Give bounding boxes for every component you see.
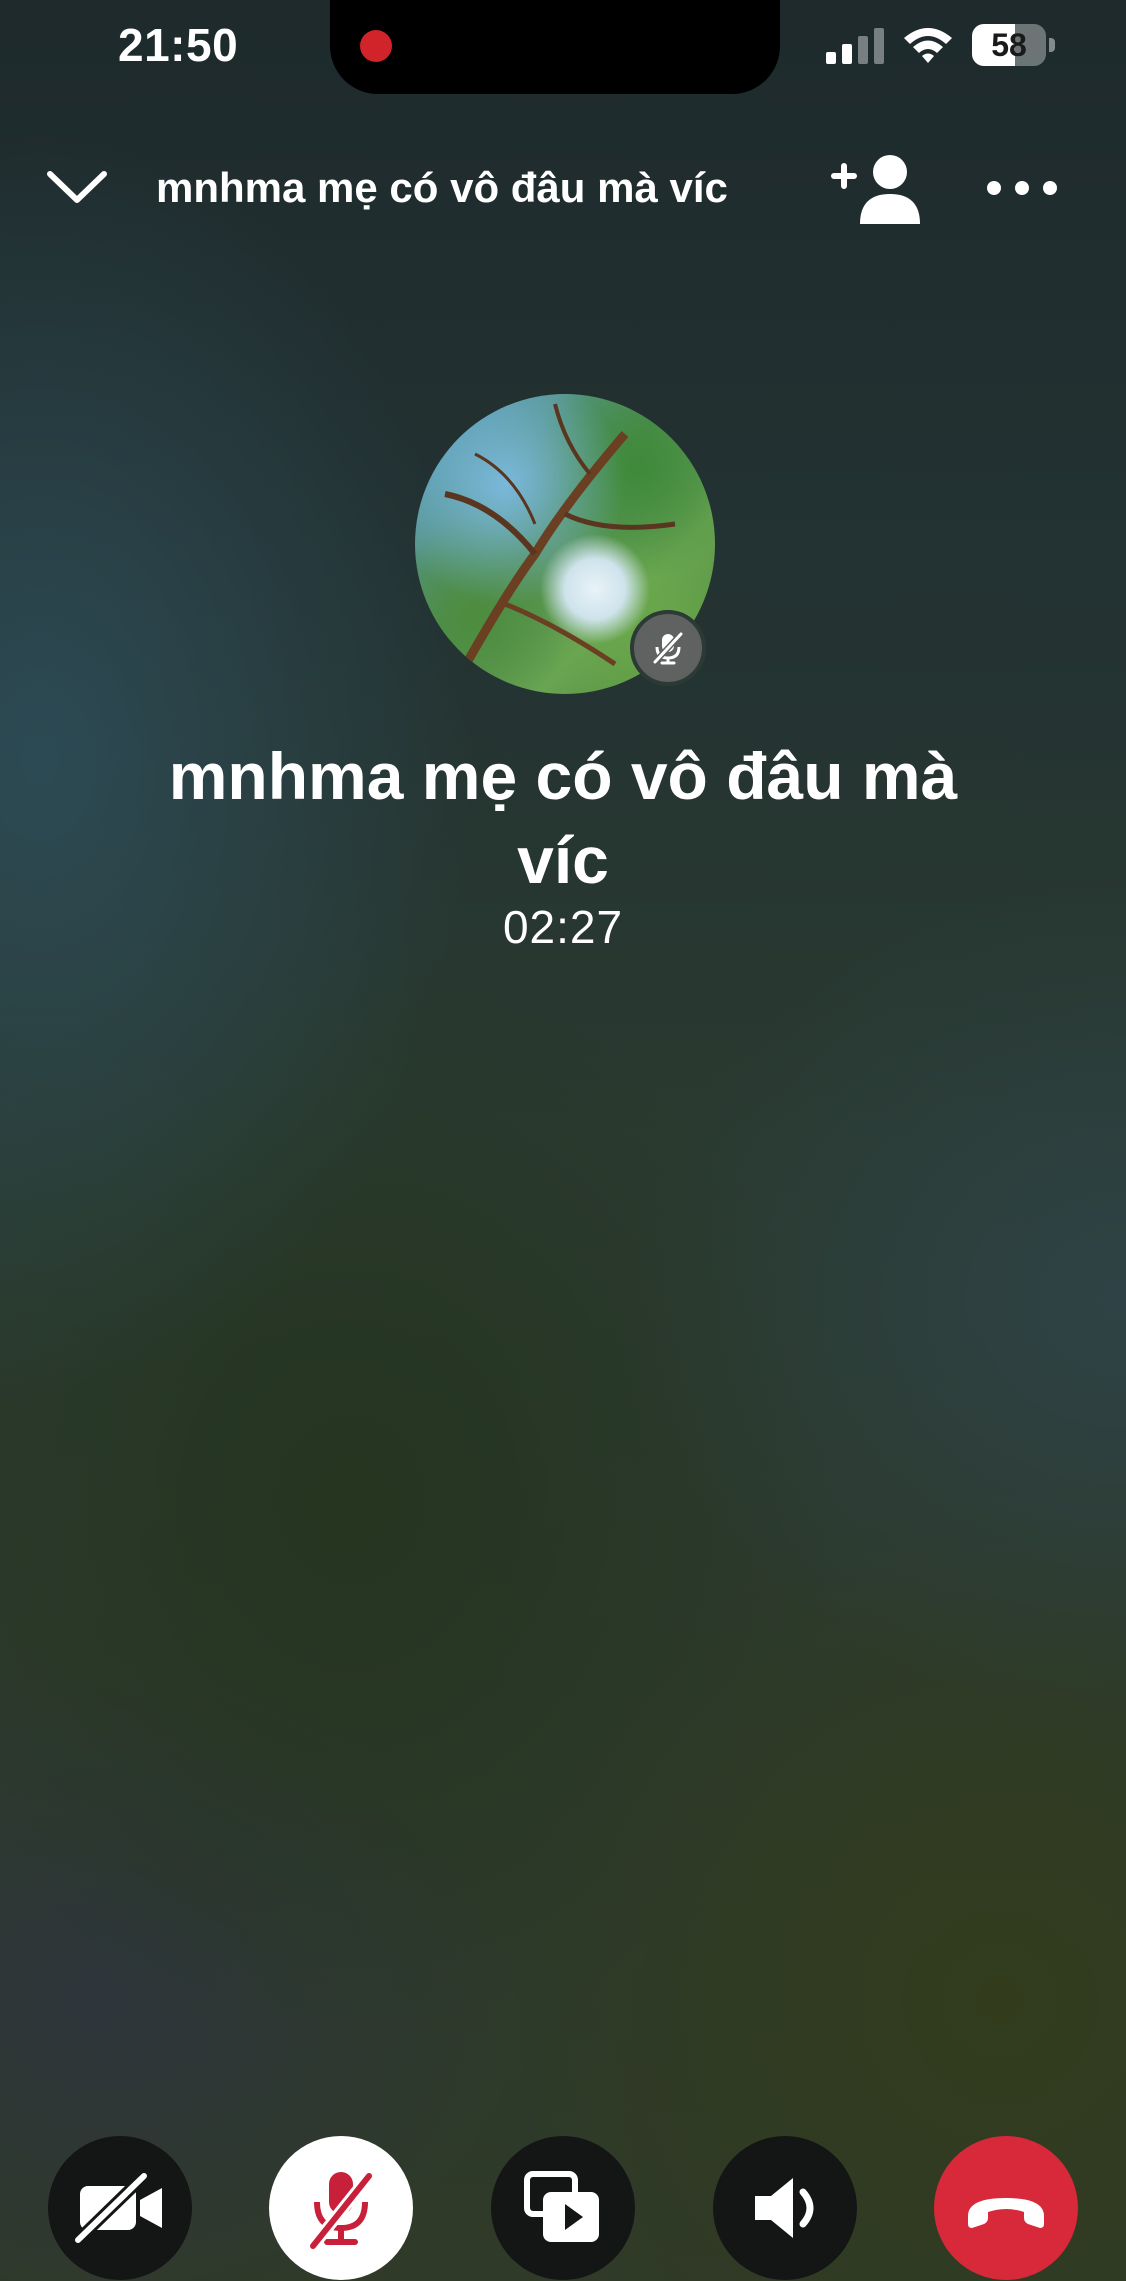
battery-percentage: 58 [991, 27, 1027, 63]
recording-indicator [360, 30, 392, 62]
media-share-icon [524, 2171, 599, 2242]
battery-icon: 58 [972, 24, 1058, 66]
speaker-icon [755, 2178, 814, 2238]
end-call-button[interactable] [934, 2136, 1078, 2280]
status-time: 21:50 [118, 19, 239, 71]
caller-name: mnhma mẹ có vô đâu mà víc [168, 739, 958, 897]
mic-off-icon [652, 631, 684, 665]
participant-muted-badge [630, 610, 706, 686]
camera-off-button[interactable] [48, 2136, 192, 2280]
mic-off-icon [307, 2170, 375, 2252]
share-media-button[interactable] [491, 2136, 635, 2280]
phone-hangup-icon [968, 2198, 1044, 2228]
call-duration: 02:27 [502, 901, 624, 953]
more-icon[interactable] [984, 170, 1060, 206]
chevron-down-icon[interactable] [44, 160, 110, 212]
signal-bars-icon [826, 28, 884, 64]
mute-microphone-button[interactable] [269, 2136, 413, 2280]
header-title: mnhma mẹ có vô đâu mà víc [156, 164, 728, 211]
add-person-icon[interactable] [830, 152, 924, 224]
dynamic-island [330, 0, 780, 94]
video-off-icon [72, 2170, 162, 2246]
wifi-icon [904, 28, 952, 63]
speaker-button[interactable] [713, 2136, 857, 2280]
